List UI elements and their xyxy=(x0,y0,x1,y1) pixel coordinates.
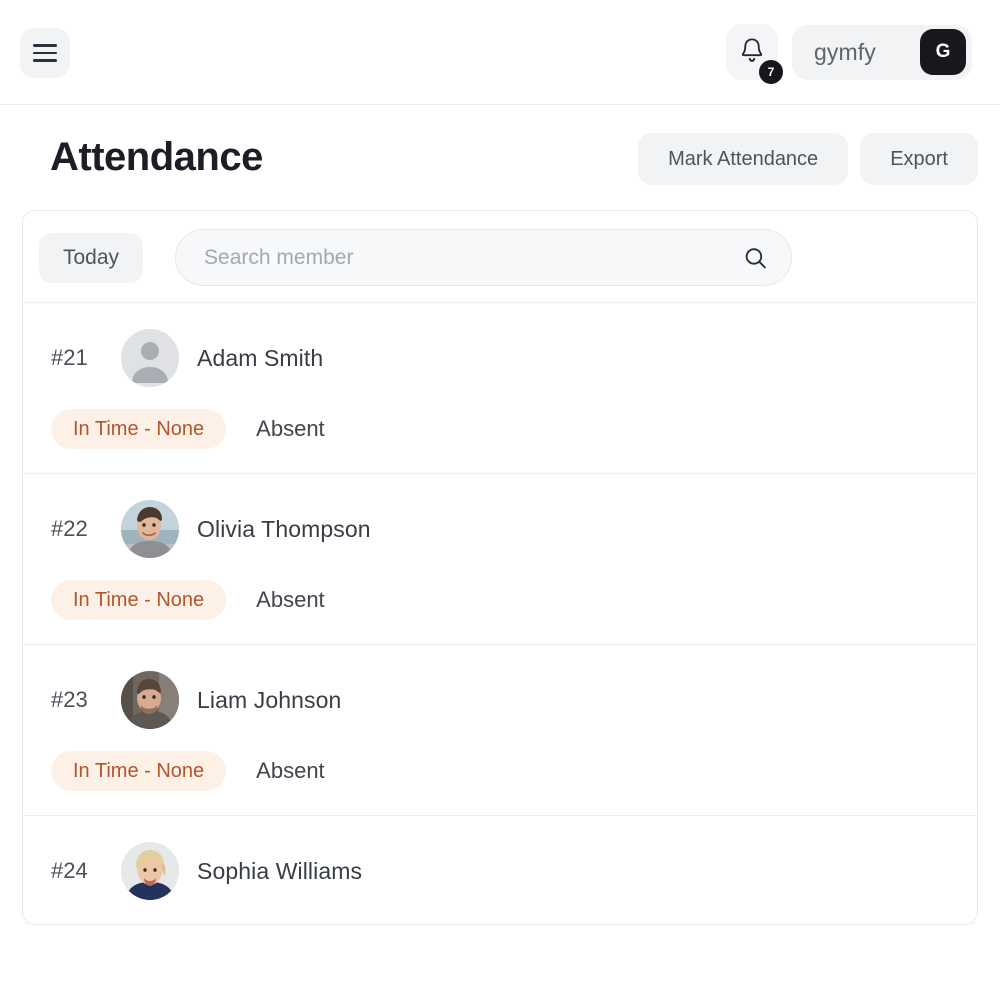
notifications-button[interactable]: 7 xyxy=(726,24,783,84)
table-row[interactable]: #22 Olivia Thompson In Time - None Absen… xyxy=(23,474,977,645)
member-name: Sophia Williams xyxy=(197,857,363,884)
in-time-badge: In Time - None xyxy=(51,409,227,449)
hamburger-menu-button[interactable] xyxy=(20,28,70,78)
member-id: #24 xyxy=(51,858,88,883)
avatar: G xyxy=(920,29,966,75)
export-button[interactable]: Export xyxy=(860,133,978,185)
member-name: Liam Johnson xyxy=(197,686,342,713)
member-summary: #23 Liam Johnson xyxy=(51,671,955,729)
in-time-badge: In Time - None xyxy=(51,580,227,620)
hamburger-icon-bar xyxy=(33,44,57,47)
search-input[interactable] xyxy=(175,229,793,286)
member-name: Adam Smith xyxy=(197,344,324,371)
table-row[interactable]: #23 Liam Johnson In Time - None Absent xyxy=(23,645,977,816)
avatar xyxy=(121,671,179,729)
hamburger-icon-bar xyxy=(33,51,57,55)
page-title: Attendance xyxy=(50,135,263,179)
attendance-status-row: In Time - None Absent xyxy=(51,409,955,449)
member-id: #21 xyxy=(51,345,88,370)
avatar xyxy=(121,329,179,387)
table-row[interactable]: #21 Adam Smith In Time - None Absent xyxy=(23,303,977,474)
member-id: #23 xyxy=(51,687,88,712)
member-summary: #24 Sophia Williams xyxy=(51,842,955,900)
page-header: Attendance Mark Attendance Export xyxy=(0,105,1000,210)
attendance-status-row: In Time - None Absent xyxy=(51,580,955,620)
in-time-badge: In Time - None xyxy=(51,751,227,791)
avatar xyxy=(121,500,179,558)
appbar-actions: 7 gymfy G xyxy=(726,24,972,84)
table-row[interactable]: #24 Sophia Williams xyxy=(23,816,977,924)
member-summary: #22 Olivia Thompson xyxy=(51,500,955,558)
status-badge: Absent xyxy=(256,587,325,612)
brand-name: gymfy xyxy=(814,38,876,65)
status-badge: Absent xyxy=(256,416,325,441)
filter-row: Today xyxy=(23,211,977,303)
member-summary: #21 Adam Smith xyxy=(51,329,955,387)
brand-account-pill[interactable]: gymfy G xyxy=(792,24,972,80)
attendance-card: Today #21 Adam Smith xyxy=(22,210,978,925)
member-name: Olivia Thompson xyxy=(197,515,371,542)
search-field-wrapper xyxy=(175,229,793,286)
date-filter-today-chip[interactable]: Today xyxy=(39,232,144,283)
page-actions: Mark Attendance Export xyxy=(638,133,978,185)
avatar xyxy=(121,842,179,900)
attendance-status-row: In Time - None Absent xyxy=(51,751,955,791)
status-badge: Absent xyxy=(256,758,325,783)
member-id: #22 xyxy=(51,516,88,541)
mark-attendance-button[interactable]: Mark Attendance xyxy=(638,133,849,185)
notification-count-badge: 7 xyxy=(759,60,783,84)
bell-icon xyxy=(739,37,765,68)
top-app-bar: 7 gymfy G xyxy=(0,0,1000,105)
hamburger-icon-bar xyxy=(33,59,57,62)
